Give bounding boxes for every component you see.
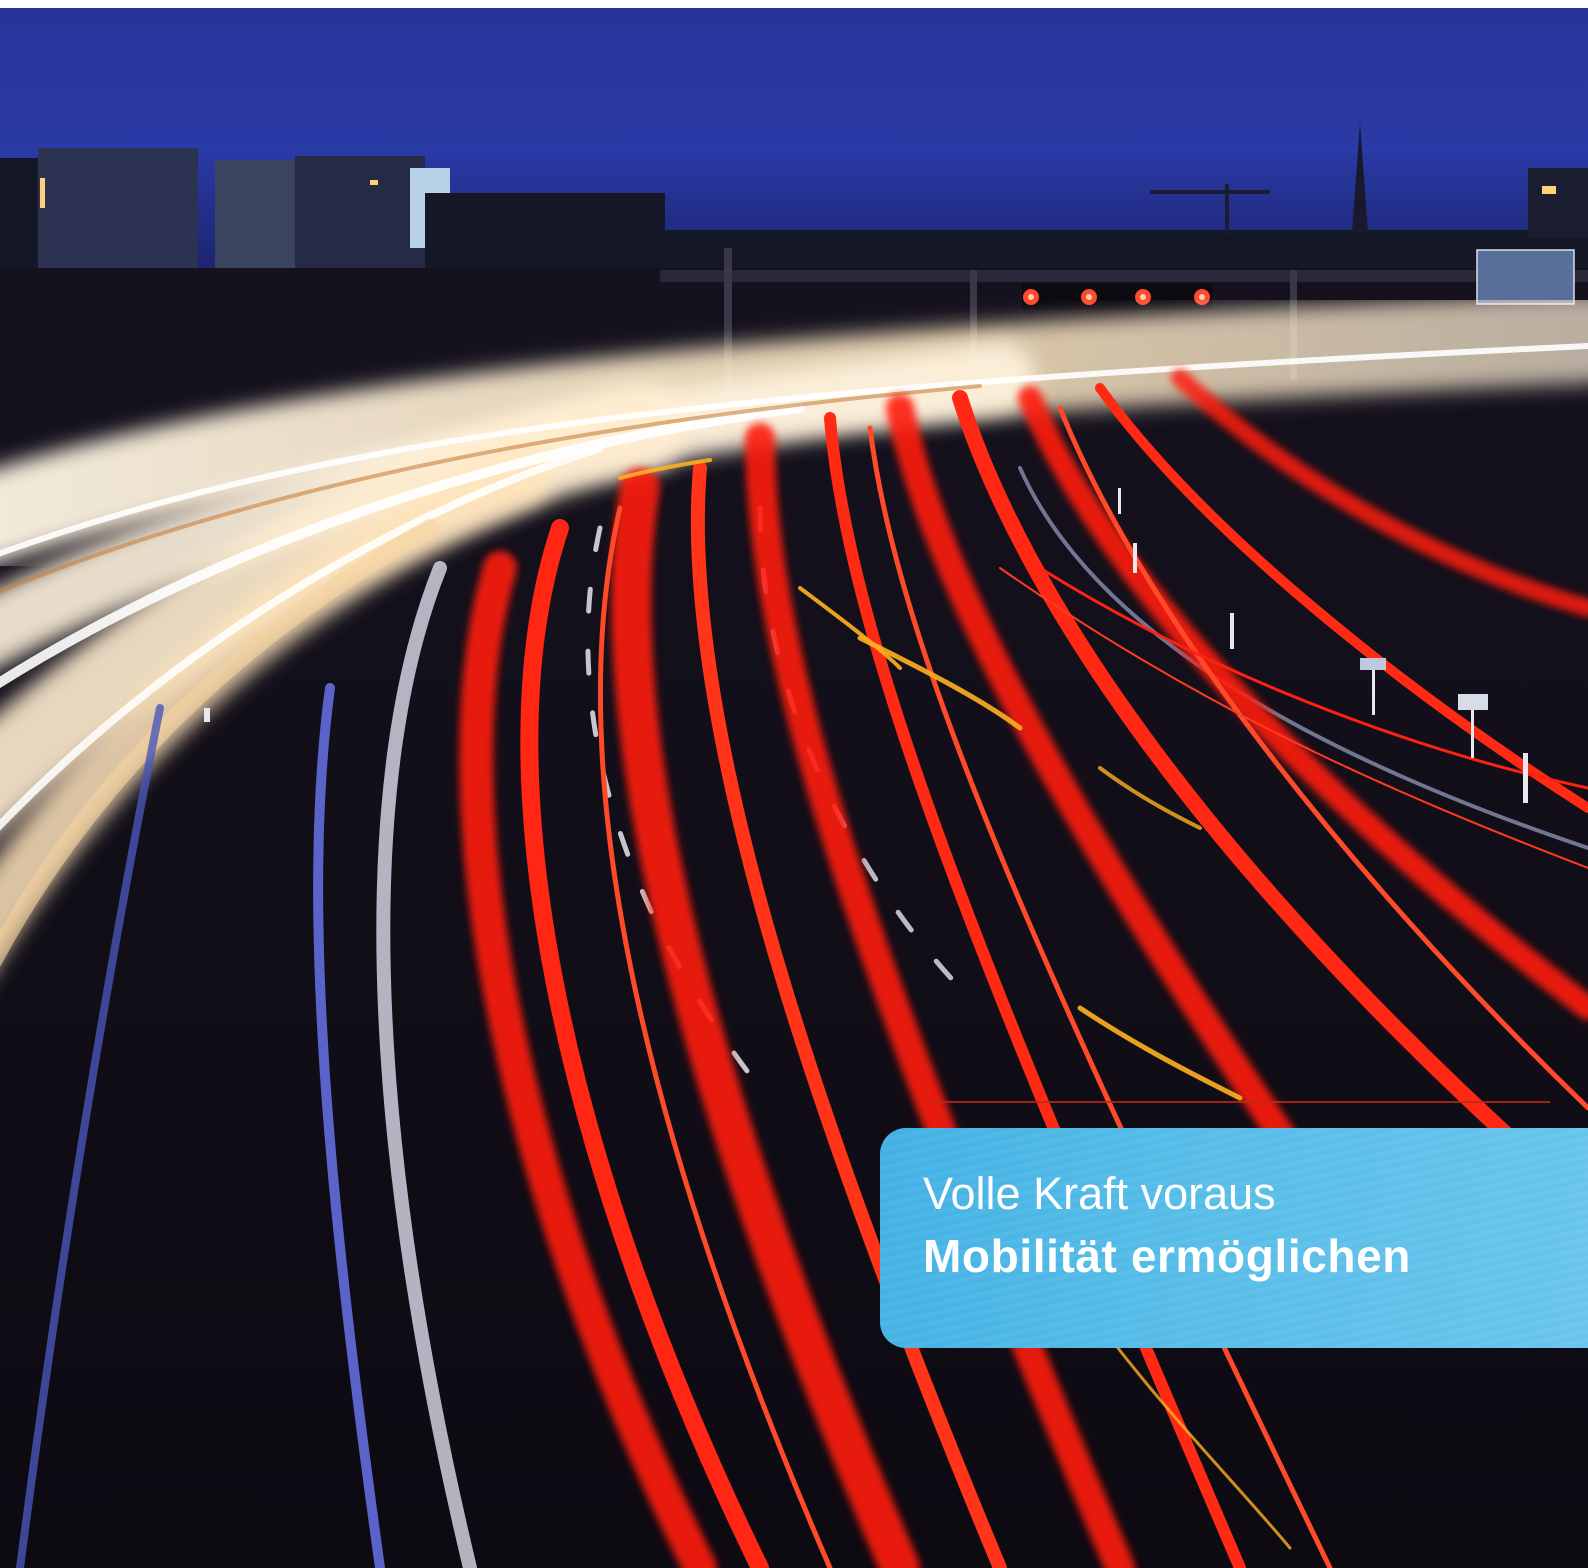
caption-box: Volle Kraft voraus Mobilität ermöglichen [880, 1128, 1588, 1348]
caption-subtitle: Volle Kraft voraus [923, 1168, 1276, 1219]
caption-title: Mobilität ermöglichen [923, 1230, 1411, 1282]
page: Volle Kraft voraus Mobilität ermöglichen [0, 0, 1588, 1568]
